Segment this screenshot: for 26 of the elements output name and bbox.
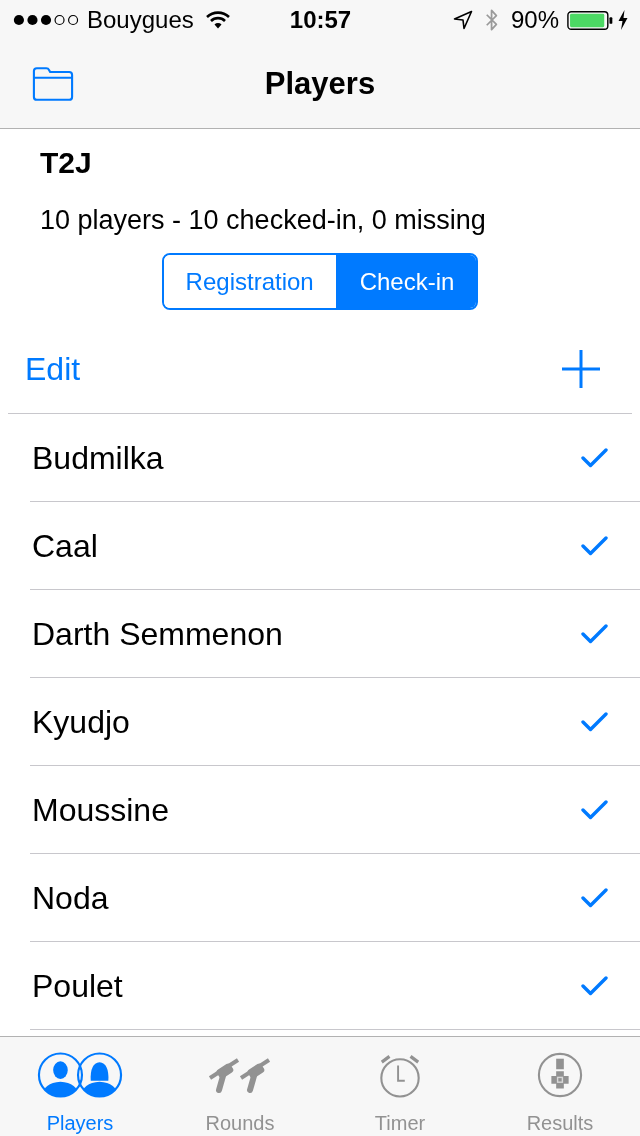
segment-tab[interactable]: Check-in	[335, 255, 477, 308]
player-name[interactable]: Budmilka	[32, 438, 164, 477]
people-icon	[37, 1051, 123, 1099]
medal-icon	[537, 1051, 583, 1099]
bluetooth-icon	[484, 8, 499, 32]
add-icon[interactable]	[562, 349, 600, 388]
player-name[interactable]: Moussine	[32, 790, 169, 829]
signal-strength-icon	[13, 14, 79, 26]
wifi-icon	[205, 11, 230, 29]
folder-icon[interactable]	[32, 66, 74, 102]
tab-bar-item[interactable]: Players	[0, 1037, 160, 1136]
player-name[interactable]: Noda	[32, 878, 109, 917]
carrier-name: Bouygues	[87, 6, 194, 34]
clock-time: 10:57	[289, 6, 352, 34]
location-arrow-icon	[452, 10, 473, 30]
charging-bolt-icon	[618, 10, 628, 30]
screen-title: Players	[263, 66, 377, 102]
edit-button[interactable]: Edit	[25, 349, 81, 388]
player-summary: 10 players - 10 checked-in, 0 missing	[40, 204, 487, 237]
player-name[interactable]: Poulet	[32, 966, 123, 1005]
player-name[interactable]: Kyudjo	[32, 702, 130, 741]
player-name[interactable]: Caal	[32, 526, 98, 565]
battery-icon	[567, 10, 613, 30]
battery-percentage: 90%	[510, 6, 559, 34]
player-name[interactable]: Darth Semmenon	[32, 614, 283, 653]
tournament-name: T2J	[40, 145, 93, 181]
